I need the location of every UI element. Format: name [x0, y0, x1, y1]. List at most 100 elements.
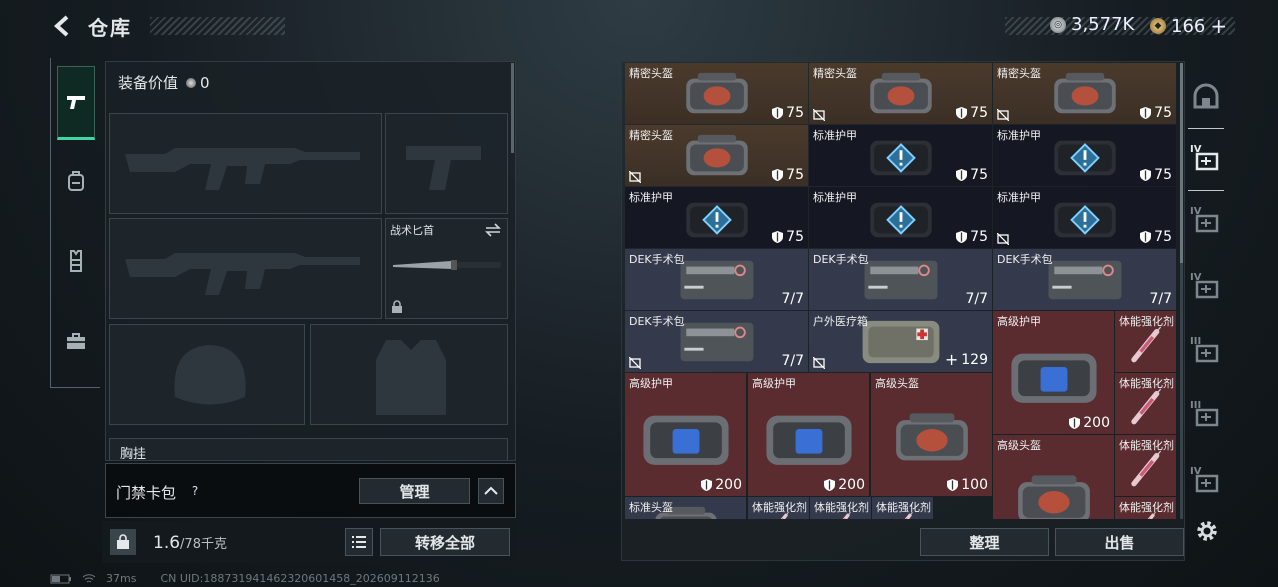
- item-durability: 200: [824, 477, 865, 493]
- sidebar-item-gym[interactable]: III: [1188, 386, 1224, 446]
- stash-item[interactable]: 体能强化剂: [1115, 373, 1176, 434]
- stash-item[interactable]: 标准护甲 75: [809, 187, 992, 248]
- stash-item[interactable]: 体能强化剂: [872, 497, 933, 519]
- back-arrow-icon[interactable]: [50, 14, 74, 38]
- stash-item[interactable]: 体能强化剂: [748, 497, 809, 519]
- primary-weapon-slot[interactable]: [109, 113, 382, 214]
- stash-item[interactable]: DEK手术包 7/7: [809, 249, 992, 310]
- armor-icon: [870, 202, 932, 238]
- stash-item[interactable]: DEK手术包 7/7: [625, 249, 808, 310]
- stash-item[interactable]: DEK手术包 7/7: [993, 249, 1176, 310]
- stash-item[interactable]: 精密头盔 75: [993, 63, 1176, 124]
- item-durability: 75: [956, 105, 988, 121]
- armor-icon: [1054, 202, 1116, 238]
- silver-currency: ◎ 3,577K: [1050, 14, 1134, 35]
- sort-button[interactable]: 整理: [920, 528, 1049, 556]
- item-value: 7/7: [781, 353, 804, 369]
- stash-item[interactable]: 体能强化剂: [1115, 497, 1176, 519]
- sidebar-item-armory[interactable]: IV: [1188, 258, 1224, 318]
- stash-item[interactable]: 高级护甲 200: [625, 373, 746, 496]
- stash-item[interactable]: 高级护甲 200: [993, 311, 1114, 434]
- sell-button[interactable]: 出售: [1055, 528, 1184, 556]
- armor-silhouette-icon: [376, 340, 446, 415]
- stash-item[interactable]: 高级护甲 200: [748, 373, 869, 496]
- ping-readout: 37ms: [106, 572, 137, 585]
- stash-item[interactable]: 高级头盔: [993, 435, 1114, 519]
- expand-button[interactable]: [478, 478, 504, 504]
- item-name: 户外医疗箱: [813, 315, 868, 328]
- list-view-button[interactable]: [345, 528, 373, 556]
- briefcase-icon: [67, 333, 85, 349]
- item-name: DEK手术包: [813, 253, 869, 266]
- gear-icon[interactable]: [1194, 518, 1220, 544]
- item-name: 体能强化剂: [876, 501, 931, 514]
- armor-slot[interactable]: [310, 324, 508, 425]
- shield-icon: [772, 107, 784, 119]
- melee-slot[interactable]: 战术匕首: [385, 218, 508, 319]
- equipment-value-amount: 0: [200, 74, 210, 92]
- pistol-icon: [67, 96, 85, 109]
- item-name: DEK手术包: [629, 253, 685, 266]
- item-name: 精密头盔: [629, 129, 673, 142]
- item-name: 体能强化剂: [1119, 501, 1174, 514]
- stash-item[interactable]: 户外医疗箱 +129: [809, 311, 992, 372]
- sidebar-item-shooting-range[interactable]: IV: [1188, 452, 1224, 512]
- stash-item[interactable]: 体能强化剂: [810, 497, 871, 519]
- left-scrollbar[interactable]: [511, 63, 514, 153]
- add-currency-button[interactable]: +: [1210, 14, 1227, 38]
- silver-amount: 3,577K: [1071, 14, 1135, 35]
- item-name: DEK手术包: [629, 315, 685, 328]
- helmet-slot[interactable]: [109, 324, 305, 425]
- sidearm-slot[interactable]: [385, 113, 508, 214]
- weight-icon: [110, 529, 136, 555]
- stash-item[interactable]: 体能强化剂: [1115, 311, 1176, 372]
- stash-item[interactable]: 高级头盔 100: [871, 373, 992, 496]
- stash-item[interactable]: 标准护甲 75: [993, 125, 1176, 186]
- item-durability: 7/7: [781, 353, 804, 369]
- stash-scroll-thumb[interactable]: [1180, 63, 1183, 263]
- stash-item[interactable]: DEK手术包 7/7: [625, 311, 808, 372]
- manage-button[interactable]: 管理: [359, 478, 470, 504]
- gold-currency[interactable]: ◆ 166 +: [1150, 14, 1227, 38]
- stash-item[interactable]: 精密头盔 75: [625, 63, 808, 124]
- sidebar-item-workbench[interactable]: IV: [1188, 192, 1224, 252]
- secondary-weapon-slot[interactable]: [109, 218, 382, 319]
- stash-item[interactable]: 精密头盔 75: [809, 63, 992, 124]
- sidebar-item-safehouse[interactable]: [1188, 66, 1224, 126]
- uid-readout: CN UID:1887319414623206014​58_2026091121…: [160, 572, 440, 585]
- helmet-icon: [1054, 72, 1116, 114]
- helmet-icon: [1018, 475, 1090, 519]
- help-icon[interactable]: ?: [186, 482, 204, 500]
- item-name: 标准护甲: [629, 191, 673, 204]
- stash-item[interactable]: 标准护甲 75: [809, 125, 992, 186]
- tab-vest[interactable]: [57, 224, 95, 298]
- shield-icon: [1140, 169, 1152, 181]
- tab-weapons[interactable]: [57, 66, 95, 140]
- stash-item[interactable]: 标准护甲 75: [993, 187, 1176, 248]
- knife-icon: [393, 260, 501, 270]
- stash-item[interactable]: 标准护甲 75: [625, 187, 808, 248]
- shield-icon: [701, 479, 713, 491]
- syringe-icon: [1131, 326, 1162, 363]
- tab-backpack[interactable]: [57, 144, 95, 218]
- tab-case[interactable]: [57, 304, 95, 378]
- no-insurance-icon: [629, 171, 641, 183]
- stash-item[interactable]: 体能强化剂: [1115, 435, 1176, 496]
- swap-icon[interactable]: [485, 223, 501, 237]
- helmet-icon: [686, 134, 748, 176]
- item-value: 100: [961, 477, 988, 493]
- item-durability: 75: [1140, 105, 1172, 121]
- wifi-icon: [82, 573, 96, 582]
- sidebar-tier: III: [1190, 400, 1202, 411]
- armor-icon: [766, 415, 852, 465]
- chest-rig-slot[interactable]: 胸挂: [109, 438, 508, 460]
- stash-item[interactable]: 标准头盔: [625, 497, 746, 519]
- item-name: DEK手术包: [997, 253, 1053, 266]
- transfer-all-button[interactable]: 转移全部: [380, 528, 510, 556]
- item-name: 体能强化剂: [1119, 377, 1174, 390]
- stash-item[interactable]: 精密头盔 75: [625, 125, 808, 186]
- safehouse-icon: [1193, 83, 1219, 109]
- melee-slot-label: 战术匕首: [390, 224, 434, 237]
- sidebar-item-tech-center[interactable]: III: [1188, 322, 1224, 382]
- sidebar-item-medical-station[interactable]: IV: [1188, 130, 1224, 190]
